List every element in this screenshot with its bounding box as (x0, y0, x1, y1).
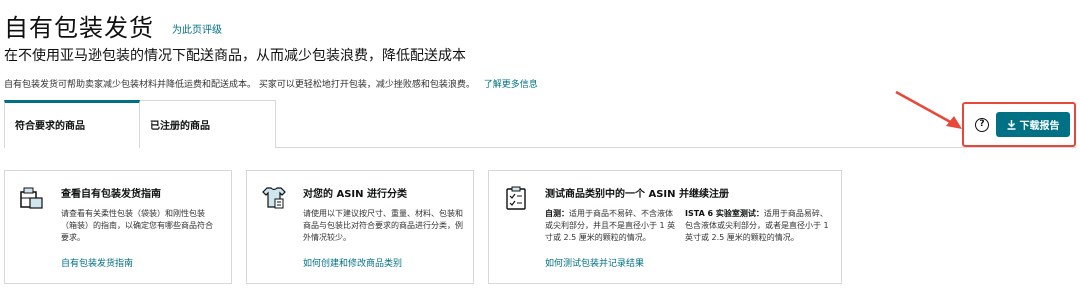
annotation-arrow (895, 90, 962, 129)
self-test-label: 自测： (545, 209, 569, 218)
clipboard-icon (506, 186, 526, 210)
clothing-icon (262, 187, 286, 209)
card-test-asin: 测试商品类别中的一个 ASIN 并继续注册 自测：适用于商品不易碎、不含液体或尖… (488, 170, 842, 284)
ista-test-column: ISTA 6 实验室测试：适用于商品易碎、包含液体或尖利部分，或者是直径小于 1… (685, 208, 833, 244)
tab-eligible-products[interactable]: 符合要求的商品 (4, 100, 140, 148)
create-category-link[interactable]: 如何创建和修改商品类别 (303, 256, 402, 269)
package-icon (20, 187, 43, 209)
card-categorize-asins: 对您的 ASIN 进行分类 请使用以下建议按尺寸、重量、材料、包装和商品与包装比… (246, 170, 474, 284)
download-icon (1007, 119, 1015, 130)
ista-test-label: ISTA 6 实验室测试： (685, 209, 764, 218)
test-packaging-link[interactable]: 如何测试包装并记录结果 (545, 256, 644, 269)
guidelines-link[interactable]: 自有包装发货指南 (61, 256, 133, 269)
title-row: 自有包装发货 为此页评级 (4, 8, 222, 43)
description-text: 自有包装发货可帮助卖家减少包装材料并降低运费和配送成本。 买家可以更轻松地打开包… (4, 80, 475, 90)
learn-more-link[interactable]: 了解更多信息 (484, 80, 538, 90)
download-report-button[interactable]: 下载报告 (996, 112, 1070, 137)
page-subtitle: 在不使用亚马逊包装的情况下配送商品，从而减少包装浪费，降低配送成本 (4, 48, 466, 64)
tab-divider (276, 147, 1076, 148)
tab-bar: 符合要求的商品 已注册的商品 (4, 100, 276, 148)
help-icon[interactable]: ? (975, 118, 989, 132)
rate-page-link[interactable]: 为此页评级 (172, 21, 222, 36)
page-title: 自有包装发货 (4, 14, 154, 42)
tab-registered-products[interactable]: 已注册的商品 (140, 100, 276, 148)
card-title: 对您的 ASIN 进行分类 (303, 189, 407, 200)
download-label: 下载报告 (1019, 121, 1060, 132)
card-text: 请查看有关柔性包装（袋装）和刚性包装（箱装）的指南，以确定您有哪些商品符合要求。 (61, 209, 213, 242)
page-description: 自有包装发货可帮助卖家减少包装材料并降低运费和配送成本。 买家可以更轻松地打开包… (4, 77, 538, 90)
card-text: 请使用以下建议按尺寸、重量、材料、包装和商品与包装比对符合要求的商品进行分类，例… (303, 209, 463, 242)
self-test-column: 自测：适用于商品不易碎、不含液体或尖利部分，并且不是直径小于 1 英寸或 2.5… (545, 208, 677, 244)
card-title: 测试商品类别中的一个 ASIN 并继续注册 (545, 189, 729, 200)
card-title: 查看自有包装发货指南 (61, 189, 161, 200)
card-view-guidelines: 查看自有包装发货指南 请查看有关柔性包装（袋装）和刚性包装（箱装）的指南，以确定… (4, 170, 232, 284)
